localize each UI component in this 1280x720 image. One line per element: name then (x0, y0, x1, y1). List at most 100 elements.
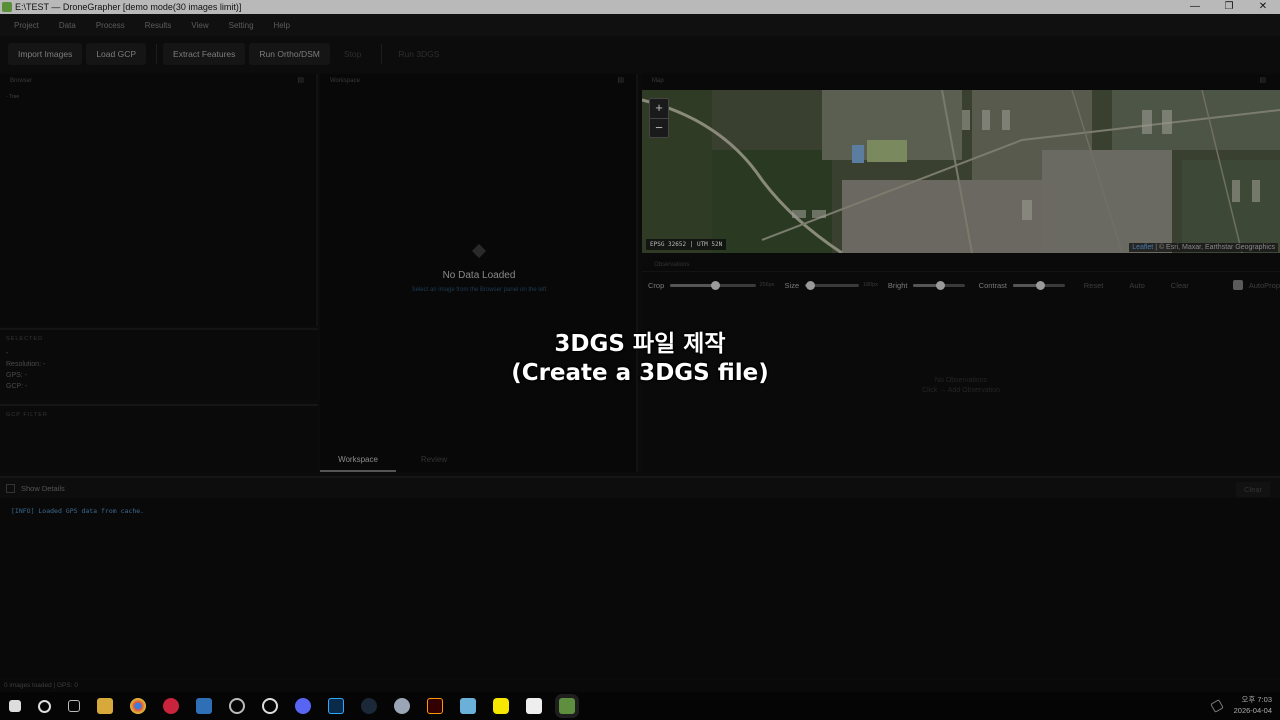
file-explorer-icon[interactable] (97, 698, 113, 714)
workspace-panel: Workspace ▤ No Data Loaded Select an ima… (320, 74, 638, 472)
caption-overlay: 3DGS 파일 제작 (Create a 3DGS file) (440, 330, 840, 388)
reset-button[interactable]: Reset (1084, 281, 1104, 290)
empty-state-icon (471, 243, 487, 259)
empty-state-hint: Select an image from the Browser panel o… (411, 287, 547, 293)
system-clock[interactable]: 오후 7:03 2026-04-04 (1234, 694, 1272, 716)
maximize-button[interactable]: ❐ (1212, 0, 1246, 14)
autoprop-checkbox[interactable] (1232, 280, 1243, 290)
bright-slider[interactable] (913, 280, 966, 290)
run-ortho-button[interactable]: Run Ortho/DSM (249, 43, 330, 65)
title-bar: E:\TEST — DroneGrapher [demo mode(30 ima… (0, 0, 1280, 14)
windows-start-icon[interactable] (9, 700, 21, 712)
auto-button[interactable]: Auto (1129, 281, 1144, 290)
leaflet-link[interactable]: Leaflet (1132, 244, 1153, 251)
crop-value: 256px (759, 282, 775, 288)
clear-observations-button[interactable]: Clear (1171, 281, 1189, 290)
autoprop-toggle[interactable]: AutoProp (1232, 280, 1280, 290)
extract-features-button[interactable]: Extract Features (163, 43, 246, 65)
toolbar-divider (381, 44, 383, 64)
zoom-out-button[interactable]: − (650, 118, 668, 137)
chrome-icon[interactable] (130, 698, 146, 714)
load-gcp-button[interactable]: Load GCP (86, 43, 147, 65)
map-attribution: Leaflet | © Esri, Maxar, Earthstar Geogr… (1129, 243, 1278, 252)
menu-results[interactable]: Results (145, 21, 172, 30)
steam-icon[interactable] (361, 698, 377, 714)
search-icon[interactable] (38, 699, 51, 713)
capcut-icon[interactable] (526, 698, 542, 714)
map-imagery (642, 90, 1280, 253)
map-title: Map (652, 78, 664, 84)
kakaotalk-icon[interactable] (493, 698, 509, 714)
selected-title: SELECTED (6, 336, 44, 342)
contrast-label: Contrast (978, 280, 1008, 290)
discord-icon[interactable] (295, 698, 311, 714)
map-header: Map ▤ (642, 74, 1280, 90)
tab-workspace[interactable]: Workspace (320, 450, 396, 472)
observations-title: Observations (654, 262, 690, 268)
ai-app-icon[interactable] (394, 698, 410, 714)
toolbar: Import Images Load GCP Extract Features … (0, 36, 1280, 72)
show-details-checkbox[interactable] (6, 483, 15, 493)
window-title: E:\TEST — DroneGrapher [demo mode(30 ima… (15, 2, 242, 12)
menu-help[interactable]: Help (274, 21, 290, 30)
workspace-tabs: Workspace Review (320, 450, 638, 472)
virtualbox-icon[interactable] (196, 698, 212, 714)
menu-process[interactable]: Process (96, 21, 125, 30)
stop-button[interactable]: Stop (334, 43, 372, 65)
menu-project[interactable]: Project (14, 21, 39, 30)
import-images-button[interactable]: Import Images (8, 43, 83, 65)
size-value: 180px (862, 282, 878, 288)
log-header: Show Details Clear (0, 478, 1280, 498)
menu-data[interactable]: Data (59, 21, 76, 30)
selected-gcp: GCP: - (6, 383, 28, 390)
illustrator-icon[interactable] (427, 698, 443, 714)
file-tree-root[interactable]: ◦ Tree (6, 94, 19, 100)
app-icon[interactable] (229, 698, 245, 714)
workspace-title: Workspace (330, 78, 360, 84)
pin-icon[interactable]: ▤ (617, 74, 624, 88)
observations-header: Observations (642, 258, 1280, 272)
browser-header: Browser ▤ (0, 74, 318, 88)
app-icon (2, 2, 12, 12)
crop-label: Crop (648, 280, 665, 290)
caption-line-1: 3DGS 파일 제작 (554, 331, 726, 357)
photoshop-icon[interactable] (328, 698, 344, 714)
run-3dgs-button[interactable]: Run 3DGS (388, 43, 449, 65)
contrast-slider[interactable] (1013, 280, 1065, 290)
pin-icon[interactable]: ▤ (297, 74, 304, 88)
log-panel: Show Details Clear [INFO] Loaded GPS dat… (0, 476, 1280, 678)
notepad-icon[interactable] (460, 698, 476, 714)
crop-slider[interactable] (670, 280, 756, 290)
pin-icon[interactable]: ▤ (1259, 74, 1266, 88)
chat-icon[interactable] (262, 698, 278, 714)
workspace-empty-state: No Data Loaded Select an image from the … (320, 243, 638, 293)
clear-log-button[interactable]: Clear (1236, 482, 1270, 497)
log-line: [INFO] Loaded GPS data from cache. (11, 507, 145, 515)
workspace-header: Workspace ▤ (320, 74, 638, 88)
gcp-filter-title: GCP FILTER (6, 412, 48, 418)
selected-panel: SELECTED - Resolution: - GPS: - GCP: - (0, 328, 318, 400)
selected-gps: GPS: - (6, 372, 28, 379)
autoprop-label: AutoProp (1248, 280, 1280, 290)
dronegrapher-icon[interactable] (559, 698, 575, 714)
minimize-button[interactable]: — (1178, 0, 1212, 14)
browser-title: Browser (10, 78, 33, 84)
windows-taskbar: 오후 7:03 2026-04-04 (0, 692, 1280, 720)
gcp-filter-panel: GCP FILTER (0, 404, 318, 472)
map-zoom-control: + − (649, 98, 669, 138)
tab-review[interactable]: Review (396, 450, 472, 472)
menu-bar: Project Data Process Results View Settin… (0, 14, 1280, 36)
task-view-icon[interactable] (68, 700, 80, 712)
size-label: Size (784, 280, 800, 290)
menu-view[interactable]: View (191, 21, 208, 30)
media-player-icon[interactable] (163, 698, 179, 714)
pen-icon[interactable] (1210, 699, 1224, 713)
clock-time: 오후 7:03 (1241, 695, 1272, 704)
toolbar-divider (156, 44, 158, 64)
zoom-in-button[interactable]: + (650, 99, 668, 118)
close-button[interactable]: ✕ (1246, 0, 1280, 14)
size-slider[interactable] (805, 280, 859, 290)
satellite-map[interactable] (642, 90, 1280, 253)
clock-date: 2026-04-04 (1233, 706, 1272, 715)
menu-setting[interactable]: Setting (229, 21, 254, 30)
